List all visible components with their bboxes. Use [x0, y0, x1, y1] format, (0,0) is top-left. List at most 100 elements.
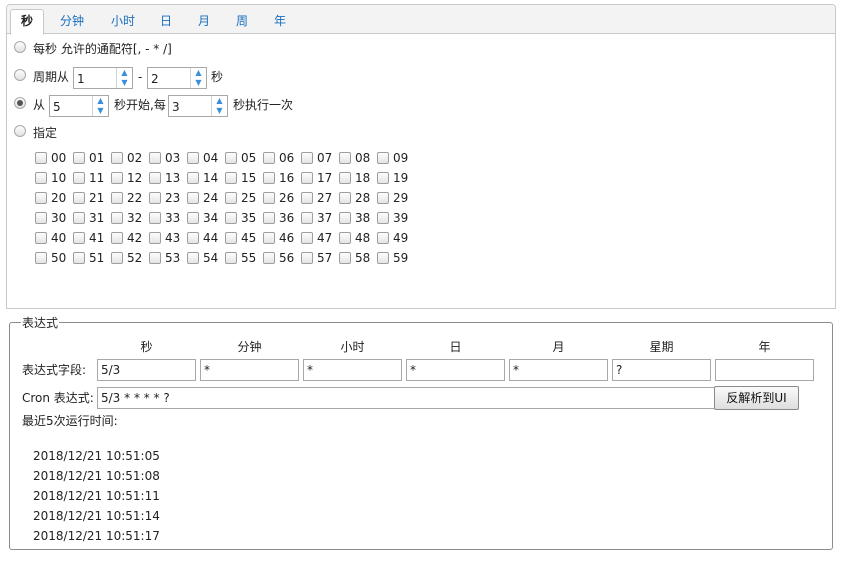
tab-week[interactable]: 周	[229, 10, 255, 34]
tab-year[interactable]: 年	[267, 10, 293, 34]
checkbox[interactable]	[377, 212, 389, 224]
second-checkbox-49[interactable]: 49	[377, 231, 415, 251]
checkbox[interactable]	[111, 172, 123, 184]
tab-minute[interactable]: 分钟	[52, 10, 92, 34]
second-checkbox-01[interactable]: 01	[73, 151, 111, 171]
checkbox[interactable]	[73, 212, 85, 224]
second-checkbox-57[interactable]: 57	[301, 251, 339, 271]
checkbox[interactable]	[111, 252, 123, 264]
second-checkbox-15[interactable]: 15	[225, 171, 263, 191]
tab-day[interactable]: 日	[153, 10, 179, 34]
start-second-stepper[interactable]: 5 ▲ ▼	[49, 95, 109, 117]
second-checkbox-33[interactable]: 33	[149, 211, 187, 231]
checkbox[interactable]	[225, 172, 237, 184]
checkbox[interactable]	[301, 252, 313, 264]
second-checkbox-27[interactable]: 27	[301, 191, 339, 211]
checkbox[interactable]	[149, 212, 161, 224]
second-checkbox-18[interactable]: 18	[339, 171, 377, 191]
chevron-up-icon[interactable]: ▲	[93, 96, 108, 106]
checkbox[interactable]	[301, 232, 313, 244]
second-checkbox-08[interactable]: 08	[339, 151, 377, 171]
second-checkbox-32[interactable]: 32	[111, 211, 149, 231]
checkbox[interactable]	[111, 152, 123, 164]
second-checkbox-09[interactable]: 09	[377, 151, 415, 171]
second-checkbox-16[interactable]: 16	[263, 171, 301, 191]
checkbox[interactable]	[301, 152, 313, 164]
second-checkbox-52[interactable]: 52	[111, 251, 149, 271]
checkbox[interactable]	[263, 152, 275, 164]
checkbox[interactable]	[73, 252, 85, 264]
second-checkbox-30[interactable]: 30	[35, 211, 73, 231]
second-checkbox-37[interactable]: 37	[301, 211, 339, 231]
second-checkbox-48[interactable]: 48	[339, 231, 377, 251]
cycle-to-stepper[interactable]: 2 ▲ ▼	[147, 67, 207, 89]
chevron-down-icon[interactable]: ▼	[93, 106, 108, 116]
second-checkbox-43[interactable]: 43	[149, 231, 187, 251]
checkbox[interactable]	[225, 252, 237, 264]
checkbox[interactable]	[149, 152, 161, 164]
second-checkbox-00[interactable]: 00	[35, 151, 73, 171]
chevron-down-icon[interactable]: ▼	[212, 106, 227, 116]
second-checkbox-20[interactable]: 20	[35, 191, 73, 211]
cycle-from-stepper[interactable]: 1 ▲ ▼	[73, 67, 133, 89]
tab-month[interactable]: 月	[191, 10, 217, 34]
field-second-input[interactable]: 5/3	[97, 359, 196, 381]
second-checkbox-55[interactable]: 55	[225, 251, 263, 271]
second-checkbox-10[interactable]: 10	[35, 171, 73, 191]
checkbox[interactable]	[73, 152, 85, 164]
checkbox[interactable]	[35, 252, 47, 264]
second-checkbox-03[interactable]: 03	[149, 151, 187, 171]
radio-specify[interactable]	[14, 125, 26, 137]
second-checkbox-47[interactable]: 47	[301, 231, 339, 251]
second-checkbox-14[interactable]: 14	[187, 171, 225, 191]
second-checkbox-28[interactable]: 28	[339, 191, 377, 211]
second-checkbox-07[interactable]: 07	[301, 151, 339, 171]
checkbox[interactable]	[187, 232, 199, 244]
second-checkbox-46[interactable]: 46	[263, 231, 301, 251]
checkbox[interactable]	[339, 152, 351, 164]
field-day-input[interactable]: *	[406, 359, 505, 381]
second-checkbox-53[interactable]: 53	[149, 251, 187, 271]
checkbox[interactable]	[339, 192, 351, 204]
checkbox[interactable]	[225, 152, 237, 164]
checkbox[interactable]	[377, 192, 389, 204]
second-checkbox-24[interactable]: 24	[187, 191, 225, 211]
checkbox[interactable]	[111, 192, 123, 204]
checkbox[interactable]	[187, 192, 199, 204]
chevron-down-icon[interactable]: ▼	[191, 78, 206, 88]
checkbox[interactable]	[339, 232, 351, 244]
second-checkbox-31[interactable]: 31	[73, 211, 111, 231]
cron-expression-input[interactable]: 5/3 * * * * ?	[97, 387, 715, 409]
second-checkbox-44[interactable]: 44	[187, 231, 225, 251]
second-checkbox-59[interactable]: 59	[377, 251, 415, 271]
second-checkbox-11[interactable]: 11	[73, 171, 111, 191]
checkbox[interactable]	[187, 152, 199, 164]
second-checkbox-21[interactable]: 21	[73, 191, 111, 211]
second-checkbox-50[interactable]: 50	[35, 251, 73, 271]
checkbox[interactable]	[73, 172, 85, 184]
checkbox[interactable]	[301, 172, 313, 184]
checkbox[interactable]	[301, 212, 313, 224]
chevron-up-icon[interactable]: ▲	[191, 68, 206, 78]
second-checkbox-41[interactable]: 41	[73, 231, 111, 251]
checkbox[interactable]	[35, 172, 47, 184]
checkbox[interactable]	[225, 232, 237, 244]
chevron-up-icon[interactable]: ▲	[117, 68, 132, 78]
checkbox[interactable]	[187, 172, 199, 184]
radio-start-every[interactable]	[14, 97, 26, 109]
second-checkbox-29[interactable]: 29	[377, 191, 415, 211]
checkbox[interactable]	[111, 212, 123, 224]
checkbox[interactable]	[187, 212, 199, 224]
radio-cycle[interactable]	[14, 69, 26, 81]
field-minute-input[interactable]: *	[200, 359, 299, 381]
checkbox[interactable]	[377, 172, 389, 184]
checkbox[interactable]	[339, 212, 351, 224]
second-checkbox-40[interactable]: 40	[35, 231, 73, 251]
checkbox[interactable]	[377, 252, 389, 264]
checkbox[interactable]	[35, 232, 47, 244]
checkbox[interactable]	[35, 212, 47, 224]
checkbox[interactable]	[263, 212, 275, 224]
checkbox[interactable]	[263, 252, 275, 264]
checkbox[interactable]	[187, 252, 199, 264]
second-checkbox-34[interactable]: 34	[187, 211, 225, 231]
